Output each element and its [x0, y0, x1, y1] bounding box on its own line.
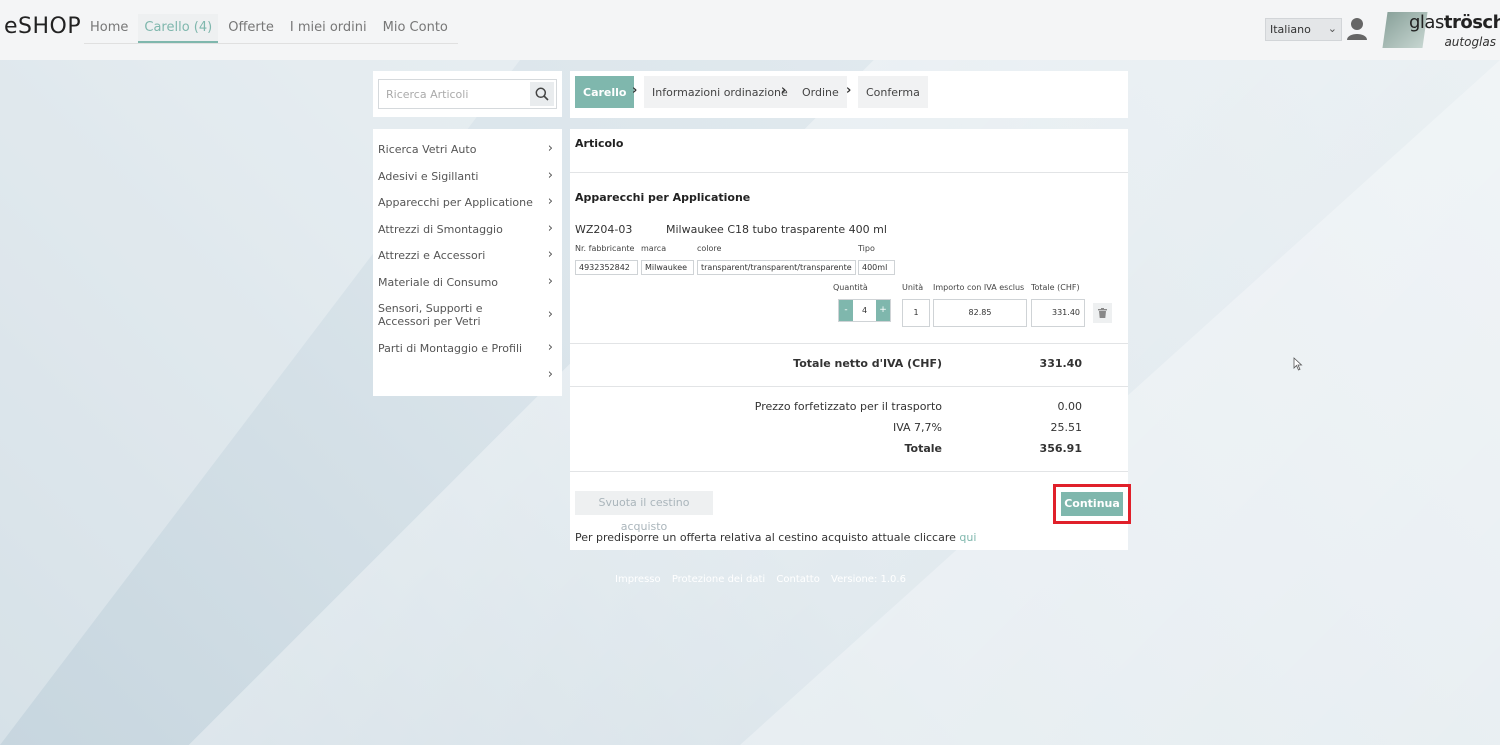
category-item[interactable]: Adesivi e Sigillanti › [373, 163, 562, 190]
type-label: Tipo [858, 244, 875, 253]
article-name: Milwaukee C18 tubo trasparente 400 ml [666, 223, 887, 236]
chevron-right-icon: › [547, 307, 553, 322]
mouse-cursor-icon [1293, 357, 1303, 371]
chevron-right-icon: › [632, 83, 638, 98]
increase-button[interactable]: + [876, 300, 890, 321]
color-field: transparent/transparent/transparente [697, 260, 856, 275]
article-code: WZ204-03 [575, 223, 633, 236]
decrease-button[interactable]: - [839, 300, 853, 321]
main-nav: Home Carello (4) Offerte I miei ordini M… [84, 14, 458, 44]
company-logo: glaströsch autoglas [1382, 8, 1500, 52]
chevron-right-icon: › [547, 340, 553, 356]
brand-title: eSHOP [4, 14, 82, 39]
quantity-stepper: - 4 + [838, 299, 891, 322]
user-icon[interactable] [1346, 17, 1368, 41]
manufacturer-field: 4932352842 [575, 260, 638, 275]
footer-link-contact[interactable]: Contatto [776, 574, 819, 585]
price-field: 82.85 [933, 299, 1027, 327]
empty-cart-button[interactable]: Svuota il cestino acquisto [575, 491, 713, 533]
logo-subtext: autoglas [1444, 35, 1496, 49]
chevron-right-icon: › [781, 83, 787, 98]
quantity-value[interactable]: 4 [853, 300, 876, 321]
vat-value: 25.51 [1050, 421, 1083, 434]
chevron-down-icon: ⌄ [1327, 22, 1337, 35]
grand-total-value: 356.91 [1039, 442, 1082, 455]
nav-my-account[interactable]: Mio Conto [377, 14, 454, 43]
grand-total-label: Totale [904, 442, 942, 455]
category-item[interactable]: Materiale di Consumo › [373, 269, 562, 296]
trash-icon [1098, 308, 1107, 318]
nav-my-orders[interactable]: I miei ordini [284, 14, 373, 43]
cart-header: Articolo [575, 137, 624, 150]
brand-field: Milwaukee [641, 260, 694, 275]
color-label: colore [697, 244, 722, 253]
shipping-label: Prezzo forfetizzato per il trasporto [754, 400, 942, 413]
line-total-field: 331.40 [1031, 299, 1085, 327]
net-total-value: 331.40 [1039, 357, 1082, 370]
continue-button[interactable]: Continua [1061, 492, 1123, 516]
footer-version: Versione: 1.0.6 [831, 574, 906, 585]
language-select[interactable]: Italiano ⌄ [1265, 18, 1342, 41]
chevron-right-icon: › [547, 247, 553, 263]
step-order[interactable]: Ordine [794, 76, 847, 108]
step-order-info[interactable]: Informazioni ordinazione [644, 76, 796, 108]
vat-label: IVA 7,7% [892, 421, 942, 434]
step-cart[interactable]: Carello [575, 76, 635, 108]
offer-text: Per predisporre un offerta relativa al c… [575, 531, 977, 544]
cart-panel: Articolo Apparecchi per Applicatione WZ2… [570, 129, 1131, 550]
divider [570, 471, 1128, 472]
chevron-right-icon: › [547, 194, 553, 210]
chevron-right-icon: › [547, 220, 553, 236]
category-item[interactable]: Parti di Montaggio e Profili › [373, 335, 562, 362]
footer-link-privacy[interactable]: Protezione dei dati [672, 574, 765, 585]
quantity-label: Quantità [833, 283, 868, 292]
chevron-right-icon: › [547, 167, 553, 183]
search-box [378, 79, 557, 109]
search-button[interactable] [530, 82, 554, 106]
unit-label: Unità [902, 283, 924, 292]
footer: Impresso Protezione dei dati Contatto Ve… [615, 574, 914, 585]
category-item[interactable]: Apparecchi per Applicatione › [373, 189, 562, 216]
category-item[interactable]: › [373, 362, 562, 389]
unit-field[interactable]: 1 [902, 299, 930, 327]
type-field: 400ml [858, 260, 895, 275]
top-header: eSHOP Home Carello (4) Offerte I miei or… [0, 0, 1500, 60]
brand-label: marca [641, 244, 667, 253]
category-item[interactable]: Ricerca Vetri Auto › [373, 136, 562, 163]
chevron-right-icon: › [846, 83, 852, 98]
search-panel [373, 71, 562, 117]
delete-item-button[interactable] [1093, 303, 1112, 323]
divider [570, 343, 1128, 344]
nav-cart[interactable]: Carello (4) [138, 14, 219, 43]
step-confirm[interactable]: Conferma [858, 76, 928, 108]
chevron-right-icon: › [547, 273, 553, 289]
logo-text: glaströsch [1409, 12, 1500, 33]
footer-link-impressum[interactable]: Impresso [615, 574, 661, 585]
chevron-right-icon: › [547, 366, 553, 382]
net-total-label: Totale netto d'IVA (CHF) [793, 357, 942, 370]
category-item[interactable]: Attrezzi e Accessori › [373, 242, 562, 269]
category-item[interactable]: Sensori, Supporti e Accessori per Vetri › [373, 295, 562, 335]
offer-link[interactable]: qui [959, 531, 976, 544]
checkout-steps: Carello › Informazioni ordinazione › Ord… [570, 71, 1128, 118]
total-label: Totale (CHF) [1031, 283, 1080, 292]
shipping-value: 0.00 [1057, 400, 1083, 413]
nav-offers[interactable]: Offerte [222, 14, 280, 43]
category-item[interactable]: Attrezzi di Smontaggio › [373, 216, 562, 243]
group-title: Apparecchi per Applicatione [575, 191, 751, 204]
continue-highlight: Continua [1053, 484, 1131, 524]
language-value: Italiano [1270, 23, 1311, 36]
manufacturer-label: Nr. fabbricante [575, 244, 635, 253]
divider [570, 386, 1128, 387]
search-input[interactable] [379, 80, 527, 108]
chevron-right-icon: › [547, 141, 553, 157]
search-icon [535, 87, 549, 101]
divider [570, 172, 1128, 173]
nav-home[interactable]: Home [84, 14, 134, 43]
category-menu: Ricerca Vetri Auto › Adesivi e Sigillanti… [373, 129, 562, 396]
price-label: Importo con IVA esclus [933, 283, 1025, 292]
